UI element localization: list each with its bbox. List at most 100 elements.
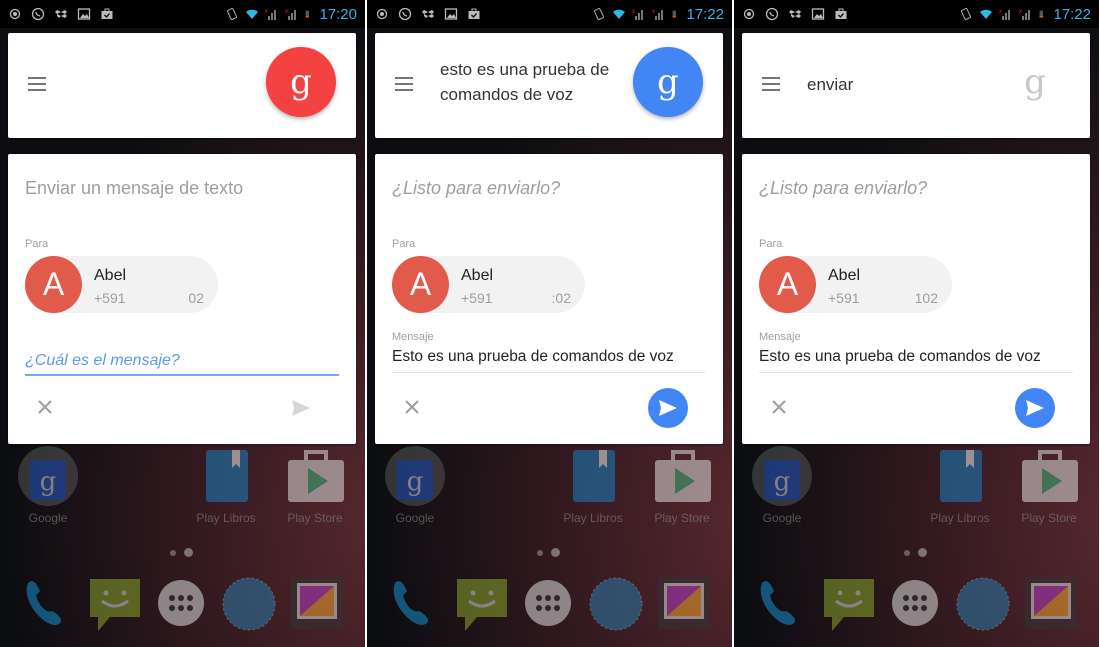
search-bar[interactable]: esto es una prueba de comandos de voz g — [375, 33, 723, 138]
send-button[interactable] — [648, 388, 688, 428]
menu-icon[interactable] — [762, 77, 780, 91]
page-indicator — [170, 548, 193, 557]
recipient-chip[interactable]: A Abel +591 02 — [25, 256, 218, 313]
gallery-icon[interactable] — [1025, 577, 1077, 629]
google-mic-button[interactable]: g — [633, 47, 703, 117]
home-app-google[interactable]: g — [385, 446, 445, 511]
search-bar[interactable]: g — [8, 33, 356, 138]
google-search-icon: g — [385, 446, 445, 506]
voice-query-text: esto es una prueba de comandos de voz — [440, 60, 610, 104]
page-indicator — [904, 548, 927, 557]
message-field[interactable]: Esto es una prueba de comandos de voz — [392, 348, 706, 373]
home-label-google: Google — [28, 511, 68, 525]
play-store-icon — [655, 450, 711, 502]
phone-icon[interactable] — [754, 577, 810, 633]
browser-icon[interactable] — [956, 577, 1010, 631]
status-time: 17:22 — [1053, 5, 1091, 23]
app-drawer-icon[interactable] — [892, 580, 938, 626]
close-icon[interactable] — [404, 399, 420, 415]
status-bar: x x 17:20 — [0, 0, 365, 28]
send-icon — [292, 400, 310, 416]
home-label-play-books: Play Libros — [930, 511, 990, 525]
dock — [752, 575, 1082, 635]
close-icon[interactable] — [37, 399, 53, 415]
home-app-play-store[interactable] — [653, 446, 713, 509]
home-app-play-books[interactable] — [198, 448, 258, 509]
play-store-icon — [288, 450, 344, 502]
battery-low-icon — [673, 10, 677, 18]
recipient-chip[interactable]: A Abel +591 102 — [759, 256, 952, 313]
whatsapp-icon — [398, 7, 412, 21]
browser-icon[interactable] — [589, 577, 643, 631]
contact-number-prefix: +591 — [94, 290, 126, 306]
to-label: Para — [25, 238, 49, 250]
home-app-play-books[interactable] — [932, 448, 992, 509]
dropbox-icon — [422, 10, 434, 18]
contact-name: Abel — [828, 267, 861, 284]
gallery-icon[interactable] — [291, 577, 343, 629]
browser-icon[interactable] — [222, 577, 276, 631]
svg-text:g: g — [407, 467, 424, 497]
send-sms-card: Enviar un mensaje de texto Para A Abel +… — [8, 154, 356, 444]
dropbox-icon — [789, 10, 801, 18]
messaging-icon[interactable] — [822, 577, 876, 633]
app-drawer-icon[interactable] — [158, 580, 204, 626]
svg-text:g: g — [40, 467, 57, 497]
vibrate-icon — [961, 8, 972, 20]
avatar: A — [392, 256, 449, 313]
home-label-play-store: Play Store — [287, 511, 343, 525]
recipient-chip[interactable]: A Abel +591 :02 — [392, 256, 585, 313]
messaging-icon[interactable] — [455, 577, 509, 633]
image-icon — [444, 8, 458, 20]
card-title: ¿Listo para enviarlo? — [392, 178, 561, 198]
phone-icon[interactable] — [387, 577, 443, 633]
wifi-icon — [613, 9, 626, 19]
messaging-icon[interactable] — [88, 577, 142, 633]
google-mic-button[interactable]: g — [1000, 47, 1070, 117]
app-drawer-icon[interactable] — [525, 580, 571, 626]
briefcase-check-icon — [835, 8, 847, 19]
message-input[interactable]: ¿Cuál es el mensaje? — [25, 352, 339, 376]
home-app-play-books[interactable] — [565, 448, 625, 509]
home-app-google[interactable]: g — [752, 446, 812, 511]
location-icon — [376, 8, 388, 20]
gallery-icon[interactable] — [658, 577, 710, 629]
home-label-play-books: Play Libros — [563, 511, 623, 525]
contact-number-suffix: :02 — [551, 290, 571, 306]
svg-text:x: x — [632, 9, 635, 15]
card-title: ¿Listo para enviarlo? — [759, 178, 928, 198]
message-field[interactable]: Esto es una prueba de comandos de voz — [759, 348, 1073, 373]
home-label-play-books: Play Libros — [196, 511, 256, 525]
home-app-play-store[interactable] — [1020, 446, 1080, 509]
play-books-icon — [573, 450, 615, 502]
send-button[interactable] — [1015, 388, 1055, 428]
search-bar[interactable]: enviar g — [742, 33, 1090, 138]
phone-icon[interactable] — [20, 577, 76, 633]
dock — [385, 575, 715, 635]
home-app-play-store[interactable] — [286, 446, 346, 509]
phone-screen: x x 17:22 enviar g ¿Listo para enviarlo?… — [734, 0, 1099, 647]
svg-text:x: x — [999, 9, 1002, 15]
battery-low-icon — [1040, 10, 1044, 18]
home-app-google[interactable]: g — [18, 446, 78, 511]
signal-no-service-icon: x — [632, 9, 644, 20]
send-icon — [659, 400, 677, 416]
send-sms-card: ¿Listo para enviarlo? Para A Abel +591 1… — [742, 154, 1090, 444]
signal-no-service-icon: x — [285, 9, 297, 20]
whatsapp-icon — [765, 7, 779, 21]
svg-text:x: x — [285, 9, 288, 15]
google-mic-button[interactable]: g — [266, 47, 336, 117]
menu-icon[interactable] — [395, 77, 413, 91]
message-label: Mensaje — [759, 331, 801, 343]
avatar: A — [25, 256, 82, 313]
contact-number-prefix: +591 — [461, 290, 493, 306]
status-time: 17:22 — [686, 5, 724, 23]
menu-icon[interactable] — [28, 77, 46, 91]
phone-screen: x x 17:20 g Enviar un mensaje de texto P… — [0, 0, 365, 647]
send-button[interactable] — [281, 388, 321, 428]
dock — [18, 575, 348, 635]
contact-number-suffix: 02 — [188, 290, 204, 306]
close-icon[interactable] — [771, 399, 787, 415]
whatsapp-icon — [31, 7, 45, 21]
send-sms-card: ¿Listo para enviarlo? Para A Abel +591 :… — [375, 154, 723, 444]
